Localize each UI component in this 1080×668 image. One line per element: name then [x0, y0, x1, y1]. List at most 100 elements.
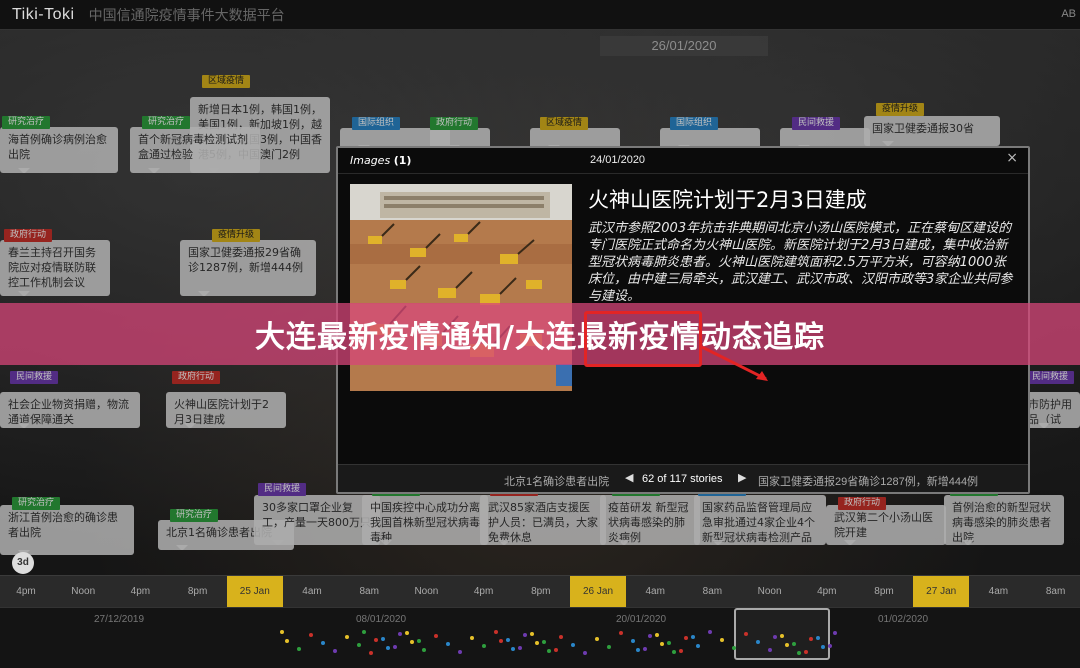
minimap-event-dot: [792, 642, 796, 646]
story-date: 24/01/2020: [590, 154, 646, 166]
minimap-event-dot: [494, 630, 498, 634]
minimap-event-dot: [672, 650, 676, 654]
minimap-event-dot: [398, 632, 402, 636]
minimap-event-dot: [446, 642, 450, 646]
minimap-event-dot: [691, 635, 695, 639]
minimap-event-dot: [809, 637, 813, 641]
minimap-event-dot: [833, 631, 837, 635]
previous-story-link[interactable]: 北京1名确诊患者出院: [504, 473, 609, 489]
axis-time-label: 8am: [1045, 586, 1066, 597]
minimap-event-dot: [559, 635, 563, 639]
minimap-event-dot: [684, 636, 688, 640]
minimap-event-dot: [595, 637, 599, 641]
minimap-event-dot: [321, 641, 325, 645]
minimap-event-dot: [785, 643, 789, 647]
minimap-event-dot: [732, 646, 736, 650]
timeline-minimap[interactable]: 27/12/2019 08/01/2020 20/01/2020 01/02/2020: [0, 607, 1080, 668]
minimap-event-dot: [280, 630, 284, 634]
minimap-event-dot: [374, 638, 378, 642]
axis-time-label: 4am: [988, 586, 1009, 597]
minimap-event-dot: [535, 641, 539, 645]
minimap-event-dot: [547, 649, 551, 653]
story-counter: 62 of 117 stories: [642, 473, 723, 485]
story-navigation: 北京1名确诊患者出院 ◀ 62 of 117 stories ▶ 国家卫健委通报…: [338, 464, 1028, 492]
previous-arrow-icon[interactable]: ◀: [625, 471, 633, 484]
next-story-link[interactable]: 国家卫健委通报29省确诊1287例，新增444例: [758, 473, 978, 489]
minimap-event-dot: [768, 648, 772, 652]
minimap-event-dot: [816, 636, 820, 640]
story-title: 火神山医院计划于2月3日建成: [588, 188, 867, 212]
minimap-event-dot: [518, 646, 522, 650]
minimap-event-dot: [511, 647, 515, 651]
modal-header: Images (1) 24/01/2020 ×: [338, 148, 1028, 174]
minimap-event-dot: [797, 651, 801, 655]
axis-time-label: Noon: [414, 586, 439, 597]
minimap-event-dot: [648, 634, 652, 638]
minimap-event-dot: [542, 640, 546, 644]
minimap-event-dot: [285, 639, 289, 643]
axis-time-label: 8pm: [874, 586, 894, 597]
minimap-event-dot: [345, 635, 349, 639]
next-arrow-icon[interactable]: ▶: [738, 471, 746, 484]
minimap-event-dot: [393, 645, 397, 649]
axis-time-label: 4pm: [130, 586, 151, 597]
minimap-event-dot: [571, 643, 575, 647]
minimap-date-label: 01/02/2020: [878, 614, 929, 625]
minimap-date-label: 27/12/2019: [94, 614, 145, 625]
minimap-event-dot: [369, 651, 373, 655]
minimap-event-dot: [804, 650, 808, 654]
minimap-event-dot: [744, 632, 748, 636]
brand-logo[interactable]: Tiki-Toki: [12, 6, 75, 24]
axis-time-label: 8am: [702, 586, 723, 597]
minimap-event-dot: [309, 633, 313, 637]
axis-time-label: 4pm: [473, 586, 494, 597]
minimap-event-dot: [422, 648, 426, 652]
minimap-event-dot: [499, 639, 503, 643]
minimap-event-dot: [667, 641, 671, 645]
minimap-event-dot: [362, 630, 366, 634]
minimap-event-dot: [655, 633, 659, 637]
axis-day-label: 25 Jan: [226, 576, 283, 608]
minimap-event-dot: [583, 651, 587, 655]
minimap-event-dot: [708, 630, 712, 634]
close-icon[interactable]: ×: [1006, 150, 1018, 166]
minimap-event-dot: [756, 640, 760, 644]
highlight-box: [584, 311, 702, 367]
axis-time-label: Noon: [71, 586, 96, 597]
minimap-event-dot: [619, 631, 623, 635]
headline-banner: 大连最新疫情通知/大连最新疫情动态追踪: [0, 303, 1080, 365]
minimap-event-dot: [636, 648, 640, 652]
site-title: 中国信通院疫情事件大数据平台: [88, 7, 285, 24]
minimap-event-dot: [405, 631, 409, 635]
minimap-event-dot: [470, 636, 474, 640]
minimap-event-dot: [506, 638, 510, 642]
time-axis[interactable]: 4pm Noon 4pm 8pm 25 Jan 4am 8am Noon 4pm 8pm 26 Ja…: [0, 575, 1080, 608]
axis-day-label: 27 Jan: [913, 576, 970, 608]
minimap-event-dot: [631, 639, 635, 643]
axis-time-label: 8am: [359, 586, 379, 597]
minimap-event-dot: [410, 640, 414, 644]
minimap-event-dot: [297, 647, 301, 651]
images-tab[interactable]: Images (1): [350, 154, 411, 167]
minimap-event-dot: [357, 643, 361, 647]
zoom-level-badge[interactable]: 3d: [12, 552, 34, 574]
minimap-event-dot: [523, 633, 527, 637]
minimap-event-dot: [530, 632, 534, 636]
minimap-event-dot: [821, 645, 825, 649]
axis-time-label: Noon: [757, 586, 782, 597]
axis-time-label: 4pm: [817, 586, 837, 597]
minimap-event-dot: [434, 634, 438, 638]
minimap-event-dot: [417, 639, 421, 643]
minimap-date-label: 08/01/2020: [356, 614, 407, 625]
minimap-event-dot: [643, 647, 647, 651]
axis-time-label: 4am: [302, 586, 322, 597]
top-bar: Tiki-Toki 中国信通院疫情事件大数据平台 AB: [0, 0, 1080, 30]
axis-day-label: 26 Jan: [570, 576, 626, 608]
story-body: 武汉市参照2003年抗击非典期间北京小汤山医院模式，正在蔡甸区建设的专门医院正式…: [588, 221, 1013, 304]
minimap-event-dot: [696, 644, 700, 648]
axis-time-label: 8pm: [187, 586, 208, 597]
axis-time-label: 8pm: [531, 586, 551, 597]
topbar-right-label[interactable]: AB: [1061, 8, 1076, 20]
minimap-event-dot: [679, 649, 683, 653]
minimap-event-dot: [828, 644, 832, 648]
